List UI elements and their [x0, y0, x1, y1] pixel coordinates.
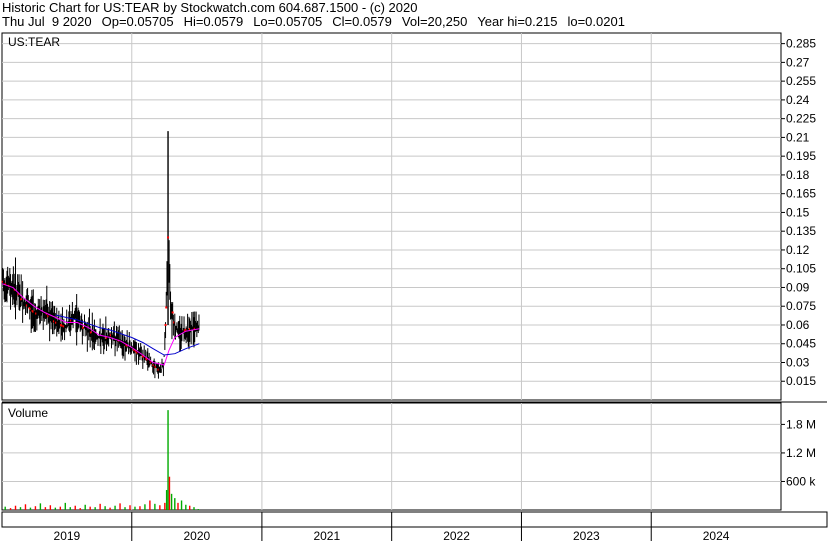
- volume-bar: [39, 503, 42, 510]
- volume-bar: [189, 505, 191, 510]
- price-tick-label: 0.165: [786, 187, 816, 201]
- price-tick-label: 0.18: [786, 168, 810, 182]
- volume-bar: [149, 500, 151, 510]
- volume-panel: 1.8 M 1.2 M 600 k Volume: [1, 402, 816, 511]
- volume-bar: [104, 506, 106, 510]
- volume-bar: [84, 504, 86, 510]
- price-tick-label: 0.285: [786, 37, 816, 51]
- stock-chart: 0.285 0.27 0.255 0.24 0.225 0.21 0.195 0.18 0.16…: [1, 32, 828, 543]
- year-label: 2023: [573, 529, 600, 543]
- price-panel-label: US:TEAR: [8, 35, 60, 49]
- volume-bar: [49, 505, 52, 510]
- volume-bar: [79, 508, 81, 510]
- volume-bar: [124, 507, 126, 510]
- volume-bar: [54, 507, 57, 510]
- price-tick-label: 0.12: [786, 243, 810, 257]
- volume-bar: [174, 498, 176, 510]
- year-axis: 2019 2020 2021 2022 2023 2024: [1, 511, 828, 543]
- year-label: 2019: [54, 529, 81, 543]
- price-tick-label: 0.255: [786, 74, 816, 88]
- volume-bar: [165, 490, 168, 510]
- volume-tick-label: 600 k: [786, 474, 816, 488]
- volume-bar: [69, 507, 71, 510]
- volume-bar: [197, 509, 199, 510]
- volume-bar: [109, 507, 111, 510]
- price-tick-label: 0.045: [786, 337, 816, 351]
- year-axis-frame: [1, 511, 828, 528]
- volume-bar: [44, 507, 47, 510]
- volume-bar: [59, 506, 62, 510]
- volume-bar: [159, 505, 161, 510]
- volume-panel-label: Volume: [8, 406, 48, 420]
- year-label: 2022: [443, 529, 470, 543]
- volume-bar: [114, 505, 116, 510]
- volume-bar: [34, 506, 37, 510]
- price-tick-label: 0.21: [786, 130, 810, 144]
- volume-bar: [94, 507, 96, 510]
- price-tick-label: 0.075: [786, 299, 816, 313]
- volume-bar: [180, 500, 183, 510]
- volume-bar: [89, 506, 91, 510]
- price-tick-label: 0.27: [786, 55, 810, 69]
- volume-bar: [4, 506, 6, 510]
- volume-bar: [168, 476, 171, 510]
- year-label: 2024: [703, 529, 730, 543]
- volume-bar: [134, 506, 136, 510]
- volume-bar: [177, 502, 179, 510]
- price-tick-label: 0.015: [786, 374, 816, 388]
- volume-bar: [64, 502, 66, 510]
- volume-bar: [99, 503, 101, 510]
- volume-tick-label: 1.2 M: [786, 446, 816, 460]
- price-tick-label: 0.15: [786, 205, 810, 219]
- volume-bar: [129, 505, 131, 510]
- volume-bar: [170, 493, 173, 510]
- year-label: 2020: [183, 529, 210, 543]
- volume-bar: [74, 505, 76, 510]
- price-tick-label: 0.135: [786, 224, 816, 238]
- volume-bar: [144, 504, 146, 510]
- price-tick-label: 0.195: [786, 149, 816, 163]
- volume-bar: [167, 410, 169, 510]
- price-tick-label: 0.24: [786, 93, 810, 107]
- volume-bar: [139, 506, 141, 510]
- price-tick-label: 0.03: [786, 355, 810, 369]
- volume-bar: [24, 504, 27, 510]
- price-tick-label: 0.225: [786, 112, 816, 126]
- price-tick-label: 0.06: [786, 318, 810, 332]
- year-label: 2021: [313, 529, 340, 543]
- volume-bar: [119, 503, 121, 510]
- volume-bar: [154, 503, 156, 510]
- price-tick-label: 0.105: [786, 262, 816, 276]
- volume-bar: [185, 504, 187, 510]
- volume-bar: [14, 505, 17, 510]
- volume-tick-label: 1.8 M: [786, 417, 816, 431]
- price-tick-label: 0.09: [786, 280, 810, 294]
- volume-bar: [19, 507, 22, 510]
- volume-bar: [164, 502, 166, 510]
- volume-bar: [193, 507, 195, 510]
- volume-bar: [29, 507, 32, 510]
- price-panel: 0.285 0.27 0.255 0.24 0.225 0.21 0.195 0.18 0.16…: [1, 32, 827, 403]
- volume-bar: [9, 508, 12, 510]
